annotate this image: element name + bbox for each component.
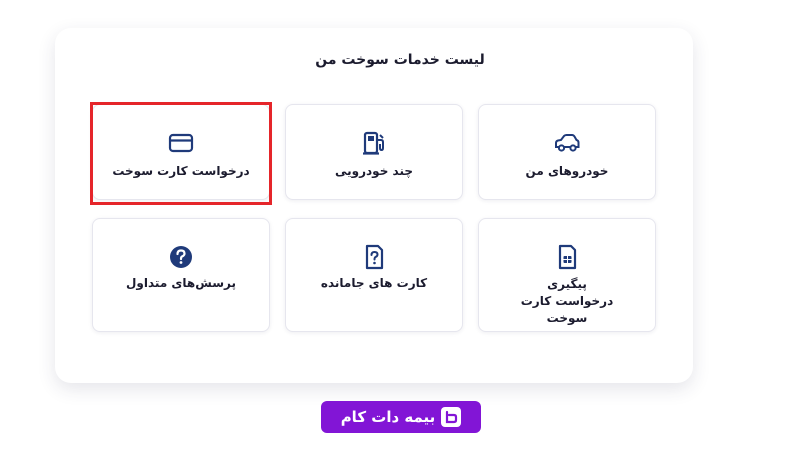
track-fuel-card-request-button[interactable]: پیگیری درخواست کارت سوخت <box>478 218 656 332</box>
fuel-card-request-button[interactable]: درخواست کارت سوخت <box>92 104 270 200</box>
card-label: خودروهای من <box>525 164 609 178</box>
car-icon <box>553 129 581 157</box>
question-circle-icon <box>167 243 195 271</box>
card-label: پیگیری درخواست کارت سوخت <box>520 277 614 325</box>
fuel-pump-icon <box>360 129 388 157</box>
card-label: درخواست کارت سوخت <box>112 164 250 178</box>
card-label: کارت های جامانده <box>320 276 428 290</box>
watermark-text: بیمه دات کام <box>340 408 436 426</box>
brand-icon <box>441 407 462 427</box>
card-label: چند خودرویی <box>335 164 413 178</box>
watermark-logo: بیمه دات کام <box>321 401 481 433</box>
my-vehicles-button[interactable]: خودروهای من <box>478 104 656 200</box>
page-title: لیست خدمات سوخت من <box>315 52 485 68</box>
multi-vehicle-button[interactable]: چند خودرویی <box>285 104 463 200</box>
faq-button[interactable]: پرسش‌های متداول <box>92 218 270 332</box>
question-card-icon <box>360 243 388 271</box>
credit-card-icon <box>167 129 195 157</box>
left-behind-cards-button[interactable]: کارت های جامانده <box>285 218 463 332</box>
sim-card-icon <box>553 243 581 271</box>
card-label: پرسش‌های متداول <box>126 276 236 290</box>
